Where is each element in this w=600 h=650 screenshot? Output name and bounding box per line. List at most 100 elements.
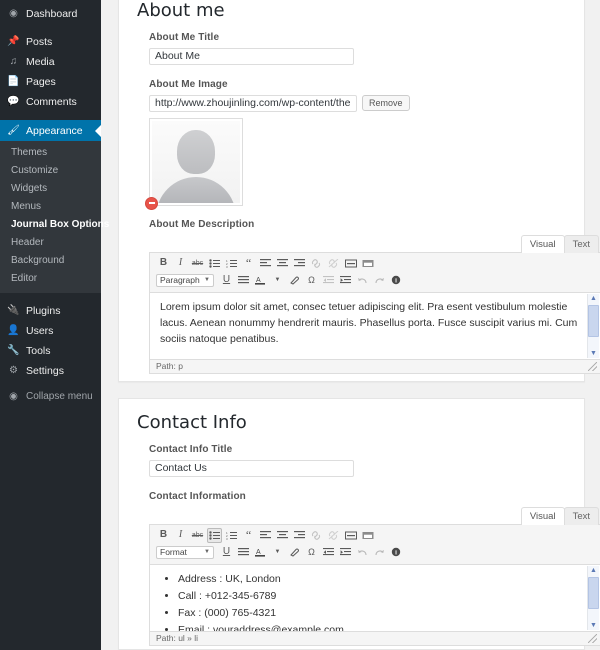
outdent-icon[interactable] — [321, 273, 336, 288]
strikethrough-icon[interactable]: abc — [190, 256, 205, 271]
editor-resize-handle[interactable] — [588, 361, 597, 371]
special-character-icon[interactable]: Ω — [304, 545, 319, 560]
submenu-item-widgets[interactable]: Widgets — [0, 180, 101, 198]
editor-tabs: Visual Text — [149, 506, 600, 525]
align-right-icon[interactable] — [292, 528, 307, 543]
unlink-icon[interactable] — [326, 256, 341, 271]
editor-box: B I abc 123 “ — [149, 523, 600, 646]
text-color-icon[interactable]: A — [253, 545, 268, 560]
fullscreen-icon[interactable] — [360, 256, 375, 271]
sidebar-item-media[interactable]: ♫ Media — [0, 52, 101, 72]
scrollbar-thumb[interactable] — [588, 304, 599, 337]
contact-info-title-input[interactable] — [149, 459, 354, 477]
sidebar-item-plugins[interactable]: 🔌 Plugins — [0, 301, 101, 321]
scroll-up-icon[interactable]: ▲ — [590, 566, 597, 575]
blockquote-icon[interactable]: “ — [241, 528, 256, 543]
align-left-icon[interactable] — [258, 256, 273, 271]
submenu-item-menus[interactable]: Menus — [0, 198, 101, 216]
bold-icon[interactable]: B — [156, 256, 171, 271]
plug-icon: 🔌 — [7, 305, 20, 316]
tab-text[interactable]: Text — [563, 234, 599, 253]
page-icon: 📄 — [7, 76, 20, 87]
strikethrough-icon[interactable]: abc — [190, 528, 205, 543]
link-icon[interactable] — [309, 528, 324, 543]
underline-icon[interactable]: U — [219, 273, 234, 288]
sidebar-item-posts[interactable]: 📌 Posts — [0, 32, 101, 52]
italic-icon[interactable]: I — [173, 528, 188, 543]
svg-text:A: A — [256, 277, 261, 284]
link-icon[interactable] — [309, 256, 324, 271]
align-left-icon[interactable] — [258, 528, 273, 543]
tab-visual[interactable]: Visual — [520, 506, 565, 525]
undo-icon[interactable] — [355, 545, 370, 560]
remove-badge-icon[interactable] — [145, 196, 158, 210]
contact-info-editor-body[interactable]: Address : UK, London Call : +012-345-678… — [150, 564, 600, 631]
sidebar-item-appearance[interactable]: 🖌 Appearance — [0, 120, 101, 141]
outdent-icon[interactable] — [321, 545, 336, 560]
italic-icon[interactable]: I — [173, 256, 188, 271]
special-character-icon[interactable]: Ω — [304, 273, 319, 288]
justify-icon[interactable] — [236, 545, 251, 560]
pin-icon: 📌 — [7, 36, 20, 47]
sidebar-item-tools[interactable]: 🔧 Tools — [0, 341, 101, 361]
unlink-icon[interactable] — [326, 528, 341, 543]
redo-icon[interactable] — [372, 273, 387, 288]
submenu-item-journal-box-options[interactable]: Journal Box Options — [0, 216, 109, 234]
sidebar-item-dashboard[interactable]: ◉ Dashboard — [0, 4, 101, 24]
indent-icon[interactable] — [338, 273, 353, 288]
indent-icon[interactable] — [338, 545, 353, 560]
sidebar-item-settings[interactable]: ⚙ Settings — [0, 361, 101, 381]
about-me-title-input[interactable] — [149, 47, 354, 65]
editor-scrollbar[interactable]: ▲ ▼ — [587, 293, 599, 358]
justify-icon[interactable] — [236, 273, 251, 288]
about-me-editor-body[interactable]: Lorem ipsum dolor sit amet, consec tetue… — [150, 292, 600, 359]
submenu-item-themes[interactable]: Themes — [0, 144, 101, 162]
editor-status-bar: Path: p — [150, 358, 600, 373]
paragraph-format-select[interactable]: Format ▼ — [156, 545, 214, 559]
more-tag-icon[interactable] — [343, 256, 358, 271]
fullscreen-icon[interactable] — [360, 528, 375, 543]
submenu-item-header[interactable]: Header — [0, 234, 101, 252]
paste-as-text-icon[interactable] — [287, 545, 302, 560]
align-center-icon[interactable] — [275, 528, 290, 543]
unordered-list-icon[interactable] — [207, 527, 222, 543]
collapse-menu-button[interactable]: ◉ Collapse menu — [0, 391, 101, 402]
text-color-dropdown-icon[interactable]: ▼ — [270, 273, 285, 288]
tab-visual[interactable]: Visual — [520, 234, 565, 253]
collapse-menu-label: Collapse menu — [26, 391, 93, 402]
ordered-list-icon[interactable]: 123 — [224, 256, 239, 271]
submenu-item-editor[interactable]: Editor — [0, 270, 101, 288]
redo-icon[interactable] — [372, 545, 387, 560]
text-color-icon[interactable]: A — [253, 273, 268, 288]
paragraph-format-select[interactable]: Paragraph ▼ — [156, 273, 214, 287]
sidebar-item-users[interactable]: 👤 Users — [0, 321, 101, 341]
help-icon[interactable]: i — [389, 273, 404, 288]
sidebar-item-pages[interactable]: 📄 Pages — [0, 72, 101, 92]
undo-icon[interactable] — [355, 273, 370, 288]
sidebar-item-comments[interactable]: 💬 Comments — [0, 92, 101, 112]
blockquote-icon[interactable]: “ — [241, 256, 256, 271]
submenu-item-customize[interactable]: Customize — [0, 162, 101, 180]
unordered-list-icon[interactable] — [207, 256, 222, 271]
ordered-list-icon[interactable]: 123 — [224, 528, 239, 543]
paste-as-text-icon[interactable] — [287, 273, 302, 288]
remove-image-button[interactable]: Remove — [362, 95, 410, 112]
help-icon[interactable]: i — [389, 545, 404, 560]
about-me-image-thumbnail[interactable] — [149, 117, 243, 206]
about-me-image-input[interactable] — [149, 94, 357, 112]
editor-scrollbar[interactable]: ▲ ▼ — [587, 565, 599, 630]
editor-resize-handle[interactable] — [588, 633, 597, 643]
scrollbar-thumb[interactable] — [588, 576, 599, 609]
tab-text[interactable]: Text — [563, 506, 599, 525]
bold-icon[interactable]: B — [156, 528, 171, 543]
scroll-down-icon[interactable]: ▼ — [590, 349, 597, 358]
submenu-item-background[interactable]: Background — [0, 252, 101, 270]
editor-path-label: Path: ul » li — [156, 633, 199, 644]
scroll-up-icon[interactable]: ▲ — [590, 294, 597, 303]
underline-icon[interactable]: U — [219, 545, 234, 560]
scroll-down-icon[interactable]: ▼ — [590, 621, 597, 630]
align-center-icon[interactable] — [275, 256, 290, 271]
more-tag-icon[interactable] — [343, 528, 358, 543]
align-right-icon[interactable] — [292, 256, 307, 271]
text-color-dropdown-icon[interactable]: ▼ — [270, 545, 285, 560]
